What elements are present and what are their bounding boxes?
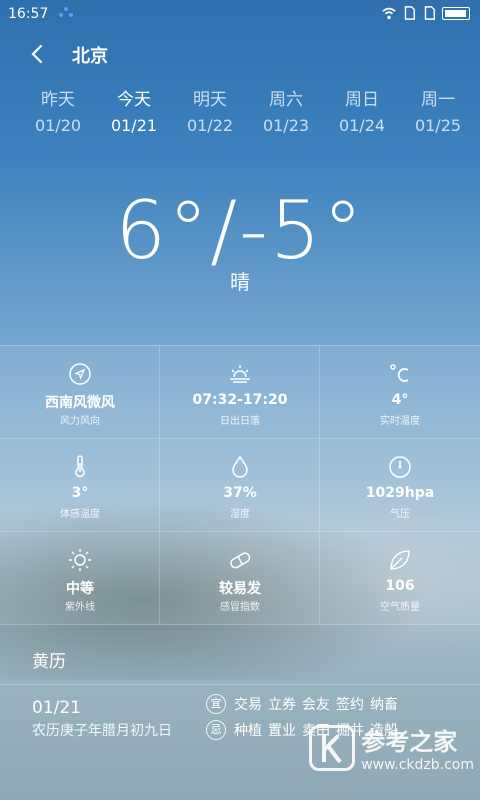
status-icons	[382, 6, 470, 20]
status-bar: 16:57	[0, 0, 480, 30]
detail-value: 3°	[71, 485, 89, 501]
thermometer-icon	[75, 455, 85, 478]
day-name: 周一	[421, 90, 455, 110]
detail-label: 紫外线	[65, 602, 95, 613]
watermark-text: 参考之家 www.ckdzb.com	[361, 722, 474, 773]
watermark-name: 参考之家	[361, 728, 458, 756]
detail-value: 07:32-17:20	[192, 392, 288, 408]
day-name: 昨天	[41, 90, 75, 110]
detail-label: 体感温度	[60, 509, 100, 520]
gauge-icon	[389, 456, 411, 478]
detail-real-temp: 4° 实时温度	[320, 346, 480, 439]
day-tabs: 昨天 01/20 今天 01/21 明天 01/22 周六 01/23 周日 0…	[20, 88, 480, 138]
water-drop-icon	[232, 455, 248, 478]
status-time: 16:57	[8, 6, 49, 22]
top-bar: 北京	[0, 36, 480, 72]
almanac-date: 01/21	[32, 698, 81, 718]
detail-uv: 中等 紫外线	[0, 532, 160, 625]
day-date: 01/24	[338, 116, 386, 135]
day-tab-sunday[interactable]: 周日 01/24	[324, 88, 400, 135]
yi-item: 纳畜	[370, 697, 398, 713]
day-date: 01/25	[414, 116, 462, 135]
detail-label: 风力风向	[60, 416, 100, 427]
detail-label: 感冒指数	[220, 602, 260, 613]
almanac-yi-row: 宜 交易 立券 会友 签约 纳畜	[206, 694, 404, 714]
weather-condition: 晴	[230, 270, 250, 294]
ji-item: 置业	[268, 723, 296, 739]
pill-icon	[230, 552, 251, 569]
day-tab-tomorrow[interactable]: 明天 01/22	[172, 88, 248, 135]
yi-item: 交易	[234, 697, 262, 713]
sim-2-icon	[424, 6, 435, 20]
watermark: 参考之家 www.ckdzb.com	[309, 722, 474, 773]
day-date: 01/23	[262, 116, 310, 135]
detail-label: 实时温度	[380, 416, 420, 427]
watermark-logo-icon	[309, 724, 356, 771]
leaf-icon	[390, 550, 410, 570]
day-name: 今天	[117, 90, 151, 110]
detail-label: 空气质量	[380, 602, 420, 613]
day-tab-today[interactable]: 今天 01/21	[96, 88, 172, 135]
sim-icon	[404, 6, 415, 20]
almanac-header: 黄历	[0, 633, 480, 685]
day-name: 周日	[345, 90, 379, 110]
detail-label: 日出日落	[220, 416, 260, 427]
detail-value: 4°	[391, 392, 409, 408]
detail-value: 1029hpa	[365, 485, 435, 501]
day-tab-yesterday[interactable]: 昨天 01/20	[20, 88, 96, 135]
yi-item: 签约	[336, 697, 364, 713]
detail-sunrise-sunset: 07:32-17:20 日出日落	[160, 346, 320, 439]
day-name: 明天	[193, 90, 227, 110]
battery-icon	[442, 6, 470, 20]
detail-pressure: 1029hpa 气压	[320, 439, 480, 532]
detail-value: 37%	[223, 485, 257, 501]
almanac-title: 黄历	[32, 652, 66, 672]
detail-value: 西南风微风	[45, 395, 115, 411]
day-date: 01/21	[110, 116, 158, 135]
detail-label: 气压	[390, 509, 410, 520]
detail-value: 较易发	[219, 581, 261, 597]
day-date: 01/20	[34, 116, 82, 135]
detail-wind: 西南风微风 风力风向	[0, 346, 160, 439]
sun-icon	[69, 549, 91, 571]
lunar-date-text: 农历庚子年腊月初九日	[32, 723, 172, 739]
day-tab-monday[interactable]: 周一 01/25	[400, 88, 476, 135]
watermark-url: www.ckdzb.com	[361, 757, 474, 773]
detail-value: 106	[385, 578, 415, 594]
wifi-icon	[382, 7, 396, 20]
city-name: 北京	[72, 46, 108, 67]
ji-badge: 忌	[206, 720, 226, 740]
detail-feels-like: 3° 体感温度	[0, 439, 160, 532]
day-name: 周六	[269, 90, 303, 110]
detail-humidity: 37% 湿度	[160, 439, 320, 532]
sunrise-icon	[230, 365, 250, 383]
temperature-range: 6°/-5°	[115, 184, 365, 277]
weather-details-grid: 西南风微风 风力风向 07:32-17:20 日出日落 4° 实时温度 3° 体…	[0, 345, 480, 625]
back-arrow-icon[interactable]	[28, 42, 48, 66]
celsius-icon	[390, 364, 409, 382]
navigation-icon	[69, 363, 91, 385]
ji-item: 种植	[234, 723, 262, 739]
yi-item: 立券	[268, 697, 296, 713]
detail-label: 湿度	[230, 509, 250, 520]
yi-badge: 宜	[206, 694, 226, 714]
yi-items: 交易 立券 会友 签约 纳畜	[234, 694, 404, 714]
app-dots-icon	[59, 7, 73, 17]
detail-cold-index: 较易发 感冒指数	[160, 532, 320, 625]
detail-air-quality: 106 空气质量	[320, 532, 480, 625]
detail-value: 中等	[66, 581, 94, 597]
day-date: 01/22	[186, 116, 234, 135]
day-tab-saturday[interactable]: 周六 01/23	[248, 88, 324, 135]
yi-item: 会友	[302, 697, 330, 713]
